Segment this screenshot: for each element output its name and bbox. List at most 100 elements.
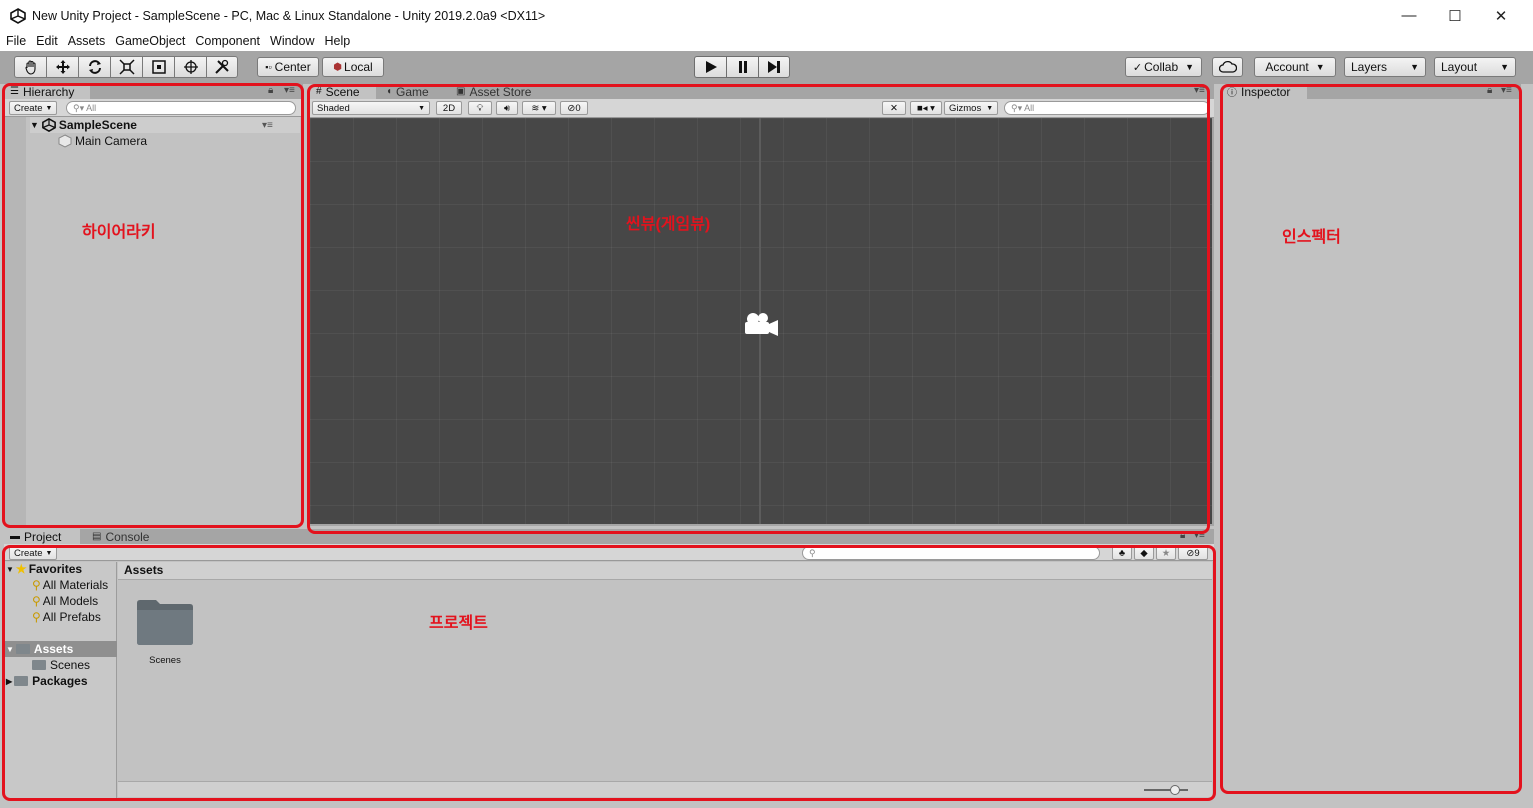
minimize-button[interactable]: — (1386, 0, 1432, 31)
panel-menu-icon[interactable]: ▾≡ (1501, 85, 1512, 96)
custom-tool-button[interactable] (206, 56, 238, 78)
lock-icon[interactable]: 🔒︎ (268, 85, 273, 96)
camera-dropdown[interactable]: ■◂ ▾ (910, 101, 942, 115)
eye-slash-icon: ⊘ (1186, 547, 1195, 559)
maximize-button[interactable]: ☐ (1432, 0, 1478, 31)
cloud-button[interactable] (1212, 57, 1243, 77)
hidden-packages-toggle[interactable]: ⊘ 9 (1178, 546, 1208, 560)
hidden-count: 9 (1194, 547, 1200, 559)
filter-label-button[interactable]: ◆ (1134, 546, 1154, 560)
project-create-button[interactable]: Create ▼ (9, 546, 58, 560)
shading-mode-dropdown[interactable]: Shaded ▼ (312, 101, 430, 115)
favorites-item[interactable]: ▼ ★ Favorites (6, 562, 82, 576)
close-button[interactable]: ✕ (1478, 0, 1524, 31)
tab-label: Game (396, 84, 429, 99)
lock-icon[interactable]: 🔒︎ (1180, 530, 1185, 541)
hierarchy-search-input[interactable]: ⚲▾ All (66, 101, 296, 115)
tools-toggle[interactable]: ✕ (882, 101, 906, 115)
expand-arrow-icon[interactable]: ▼ (30, 120, 39, 130)
pivot-center-button[interactable]: ▪▫ Center (257, 57, 319, 77)
project-folder-tree: ▼ ★ Favorites ⚲ All Materials ⚲ All Mode… (4, 562, 117, 798)
pivot-icon: ▪▫ (265, 62, 272, 72)
scene-viewport[interactable] (310, 118, 1212, 524)
menu-file[interactable]: File (6, 34, 26, 48)
pivot-local-button[interactable]: ⬢ Local (322, 57, 384, 77)
favorite-all-materials[interactable]: ⚲ All Materials (32, 578, 108, 592)
hierarchy-tabstrip: ☰ Hierarchy 🔒︎ ▾≡ (4, 84, 303, 99)
favorite-all-prefabs[interactable]: ⚲ All Prefabs (32, 610, 101, 624)
collapse-arrow-icon[interactable]: ▶ (6, 677, 12, 686)
chevron-down-icon: ▼ (1185, 62, 1195, 72)
scenes-folder-item[interactable]: Scenes (32, 658, 90, 672)
panel-menu-icon[interactable]: ▾≡ (284, 85, 295, 96)
favorites-label: Favorites (28, 562, 83, 576)
favorite-all-models[interactable]: ⚲ All Models (32, 594, 98, 608)
tab-label: Console (105, 529, 150, 544)
hierarchy-item[interactable]: Main Camera (58, 133, 147, 149)
account-dropdown[interactable]: Account ▼ (1254, 57, 1336, 77)
favorite-item-label: All Models (42, 594, 99, 608)
scene-menu-icon[interactable]: ▾≡ (262, 120, 273, 131)
panel-menu-icon[interactable]: ▾≡ (1194, 530, 1205, 541)
account-label: Account (1265, 60, 1309, 74)
gizmos-dropdown[interactable]: Gizmos ▼ (944, 101, 998, 115)
layout-dropdown[interactable]: Layout ▼ (1434, 57, 1516, 77)
tab-hierarchy[interactable]: ☰ Hierarchy (4, 84, 90, 99)
layers-label: Layers (1351, 60, 1388, 74)
menu-help[interactable]: Help (324, 34, 350, 48)
scene-search-input[interactable]: ⚲▾ All (1004, 101, 1210, 115)
2d-toggle[interactable]: 2D (436, 101, 462, 115)
hidden-objects-toggle[interactable]: ⊘ 0 (560, 101, 588, 115)
lighting-toggle[interactable]: 💡︎ (468, 101, 492, 115)
layers-dropdown[interactable]: Layers ▼ (1344, 57, 1426, 77)
filter-type-button[interactable]: ♣ (1112, 546, 1132, 560)
tab-console[interactable]: ▤ Console (86, 529, 149, 544)
project-search-input[interactable]: ⚲ (802, 546, 1100, 560)
expand-arrow-icon[interactable]: ▼ (6, 565, 14, 574)
close-icon: ✕ (1494, 7, 1508, 25)
breadcrumb-label[interactable]: Assets (124, 563, 163, 577)
move-tool-button[interactable] (46, 56, 78, 78)
assets-folder-item[interactable]: ▼ Assets (4, 641, 117, 657)
transform-tool-button[interactable] (174, 56, 206, 78)
scene-row[interactable]: ▼ SampleScene ▾≡ (30, 117, 300, 133)
menu-gameobject[interactable]: GameObject (115, 34, 185, 48)
console-icon: ▤ (92, 531, 102, 542)
expand-arrow-icon[interactable]: ▼ (6, 645, 14, 654)
tab-inspector[interactable]: ⓘ Inspector (1221, 84, 1307, 99)
audio-toggle[interactable]: 🔊︎ (496, 101, 518, 115)
packages-folder-item[interactable]: ▶ Packages (6, 674, 88, 688)
hand-tool-button[interactable] (14, 56, 46, 78)
menu-window[interactable]: Window (270, 34, 314, 48)
hierarchy-subbar: Create ▼ ⚲▾ All (4, 99, 303, 117)
hierarchy-create-button[interactable]: Create ▼ (9, 101, 58, 115)
effects-dropdown[interactable]: ≋ ▾ (522, 101, 556, 115)
menu-assets[interactable]: Assets (68, 34, 106, 48)
tab-project[interactable]: ▬ Project (4, 529, 80, 544)
tab-asset-store[interactable]: ▣ Asset Store (450, 84, 531, 99)
transform-tools (14, 56, 238, 78)
chevron-down-icon: ▼ (418, 104, 425, 112)
search-icon: ⚲ (809, 547, 816, 558)
asset-grid-item[interactable]: Scenes (136, 598, 196, 668)
rect-tool-button[interactable] (142, 56, 174, 78)
pause-button[interactable] (726, 56, 758, 78)
scale-tool-button[interactable] (110, 56, 142, 78)
favorite-button[interactable]: ★ (1156, 546, 1176, 560)
menu-edit[interactable]: Edit (36, 34, 58, 48)
menu-component[interactable]: Component (195, 34, 260, 48)
play-button[interactable] (694, 56, 726, 78)
step-button[interactable] (758, 56, 790, 78)
collab-check-icon: ✓ (1132, 61, 1143, 74)
create-label: Create (14, 102, 43, 114)
collab-dropdown[interactable]: ✓ Collab ▼ (1125, 57, 1202, 77)
tab-scene[interactable]: # Scene (310, 84, 376, 99)
camera-gizmo-icon[interactable] (741, 310, 781, 340)
scene-tabstrip: # Scene ◖ Game ▣ Asset Store ▾≡ (310, 84, 1214, 99)
rotate-tool-button[interactable] (78, 56, 110, 78)
icon-size-slider-track[interactable] (1144, 789, 1188, 791)
lock-icon[interactable]: 🔒︎ (1487, 85, 1492, 96)
tab-game[interactable]: ◖ Game (380, 84, 429, 99)
icon-size-slider-thumb[interactable] (1170, 785, 1180, 795)
panel-menu-icon[interactable]: ▾≡ (1194, 85, 1205, 96)
